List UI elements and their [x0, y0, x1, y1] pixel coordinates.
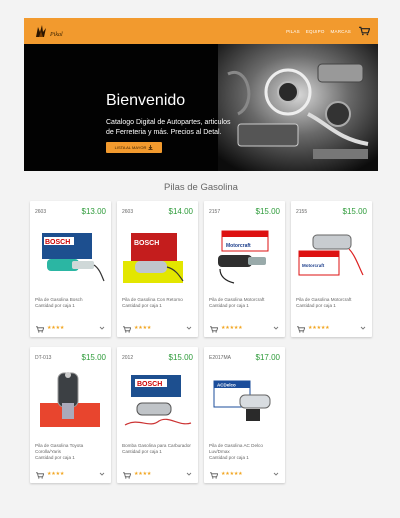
logo-icon	[36, 25, 46, 37]
svg-text:Motorcraft: Motorcraft	[226, 243, 251, 249]
product-card[interactable]: 2603 $13.00 BOSCH Pila de Gasolina Bosch…	[30, 201, 111, 337]
product-image: BOSCH	[123, 233, 184, 283]
product-name: Pila de Gasolina Toyota Corolla/Yaris	[35, 443, 84, 454]
product-qty: Cantidad por caja 1	[122, 449, 162, 454]
star-rating: ★★★★	[47, 471, 65, 477]
logo[interactable]: Pikal	[34, 23, 63, 39]
add-to-cart-icon[interactable]	[210, 472, 218, 479]
star-rating: ★★★★★	[308, 325, 330, 331]
nav-link-equipo[interactable]: Equipo	[306, 29, 325, 34]
product-image: Motorcraft	[218, 230, 269, 284]
engine-photo	[218, 44, 378, 171]
nav-link-pilas[interactable]: Pilas	[286, 29, 300, 34]
star-rating: ★★★★	[134, 325, 152, 331]
nav-link-marcas[interactable]: Marcas	[331, 29, 351, 34]
chevron-down-icon[interactable]	[186, 471, 192, 477]
hero-subtitle: Catalogo Digital de Autopartes, articulo…	[106, 119, 231, 136]
product-info: Pila de Gasolina Motorcraft Cantidad por…	[209, 297, 283, 309]
cart-icon[interactable]	[359, 26, 370, 36]
svg-text:Motorcraft: Motorcraft	[302, 263, 325, 268]
product-qty: Cantidad por caja 1	[296, 303, 336, 308]
product-price: $15.00	[81, 353, 106, 362]
download-icon	[148, 145, 153, 150]
chevron-down-icon[interactable]	[273, 325, 279, 331]
product-qty: Cantidad por caja 1	[35, 455, 75, 460]
product-code: 2155	[296, 209, 308, 215]
product-info: Pila de Gasolina Motorcraft Cantidad por…	[296, 297, 370, 309]
product-info: Pila de Gasolina Toyota Corolla/Yaris Ca…	[35, 443, 109, 461]
product-card[interactable]: 2157 $15.00 Motorcraft Pila de Gasolina …	[204, 201, 285, 337]
navbar: Pikal Pilas Equipo Marcas	[24, 18, 378, 44]
app-frame: Pikal Pilas Equipo Marcas	[24, 18, 378, 483]
product-qty: Cantidad por caja 1	[209, 303, 249, 308]
product-qty: Cantidad por caja 1	[122, 303, 162, 308]
product-price: $13.00	[81, 207, 106, 216]
product-price: $17.00	[255, 353, 280, 362]
product-code: DT-013	[35, 355, 52, 361]
product-code: 2603	[122, 209, 134, 215]
product-image: ACDelco	[213, 380, 271, 421]
product-info: Pila de Gasolina AC Delco Luv/Dmax Canti…	[209, 443, 283, 461]
add-to-cart-icon[interactable]	[297, 326, 305, 333]
product-image	[40, 372, 100, 427]
product-info: Pila de Gasolina Bosch Cantidad por caja…	[35, 297, 109, 309]
product-card[interactable]: 2603 $14.00 BOSCH Pila de Gasolina Con R…	[117, 201, 198, 337]
add-to-cart-icon[interactable]	[36, 472, 44, 479]
product-card[interactable]: 2012 $15.00 BOSCH Bomba Gasolina para Ca…	[117, 347, 198, 483]
product-image: BOSCH	[42, 233, 105, 282]
product-code: 2603	[35, 209, 47, 215]
svg-text:BOSCH: BOSCH	[137, 381, 162, 388]
product-image: Motorcraft	[298, 234, 364, 276]
product-info: Pila de Gasolina Con Retorno Cantidad po…	[122, 297, 196, 309]
product-qty: Cantidad por caja 1	[35, 303, 75, 308]
product-code: 2157	[209, 209, 221, 215]
star-rating: ★★★★	[47, 325, 65, 331]
svg-text:ACDelco: ACDelco	[217, 383, 236, 388]
product-price: $14.00	[168, 207, 193, 216]
product-image: BOSCH	[124, 375, 192, 426]
chevron-down-icon[interactable]	[273, 471, 279, 477]
hero-banner: Bienvenido Catalogo Digital de Autoparte…	[24, 44, 378, 171]
star-rating: ★★★★	[134, 471, 152, 477]
product-name: Pila de Gasolina AC Delco Luv/Dmax	[209, 443, 263, 454]
chevron-down-icon[interactable]	[360, 325, 366, 331]
product-price: $15.00	[342, 207, 367, 216]
product-code: E2017MA	[209, 355, 231, 361]
hero-title: Bienvenido	[106, 92, 186, 109]
svg-text:BOSCH: BOSCH	[134, 240, 159, 247]
chevron-down-icon[interactable]	[99, 471, 105, 477]
chevron-down-icon[interactable]	[186, 325, 192, 331]
add-to-cart-icon[interactable]	[36, 326, 44, 333]
wholesale-list-button[interactable]: LISTA AL MAYOR	[106, 142, 162, 153]
product-card[interactable]: E2017MA $17.00 ACDelco Pila de Gasolina …	[204, 347, 285, 483]
add-to-cart-icon[interactable]	[123, 472, 131, 479]
add-to-cart-icon[interactable]	[210, 326, 218, 333]
logo-text: Pikal	[50, 32, 63, 38]
product-qty: Cantidad por caja 1	[209, 455, 249, 460]
product-price: $15.00	[255, 207, 280, 216]
product-card[interactable]: DT-013 $15.00 Pila de Gasolina Toyota Co…	[30, 347, 111, 483]
product-card[interactable]: 2155 $15.00 Motorcraft Pila de Gasolina …	[291, 201, 372, 337]
chevron-down-icon[interactable]	[99, 325, 105, 331]
nav-links: Pilas Equipo Marcas	[286, 26, 370, 36]
svg-text:BOSCH: BOSCH	[45, 239, 70, 246]
star-rating: ★★★★★	[221, 471, 243, 477]
wholesale-list-label: LISTA AL MAYOR	[114, 145, 147, 150]
product-info: Bomba Gasolina para Carburador Cantidad …	[122, 443, 196, 455]
star-rating: ★★★★★	[221, 325, 243, 331]
product-code: 2012	[122, 355, 134, 361]
product-price: $15.00	[168, 353, 193, 362]
add-to-cart-icon[interactable]	[123, 326, 131, 333]
section-title: Pilas de Gasolina	[164, 182, 238, 193]
